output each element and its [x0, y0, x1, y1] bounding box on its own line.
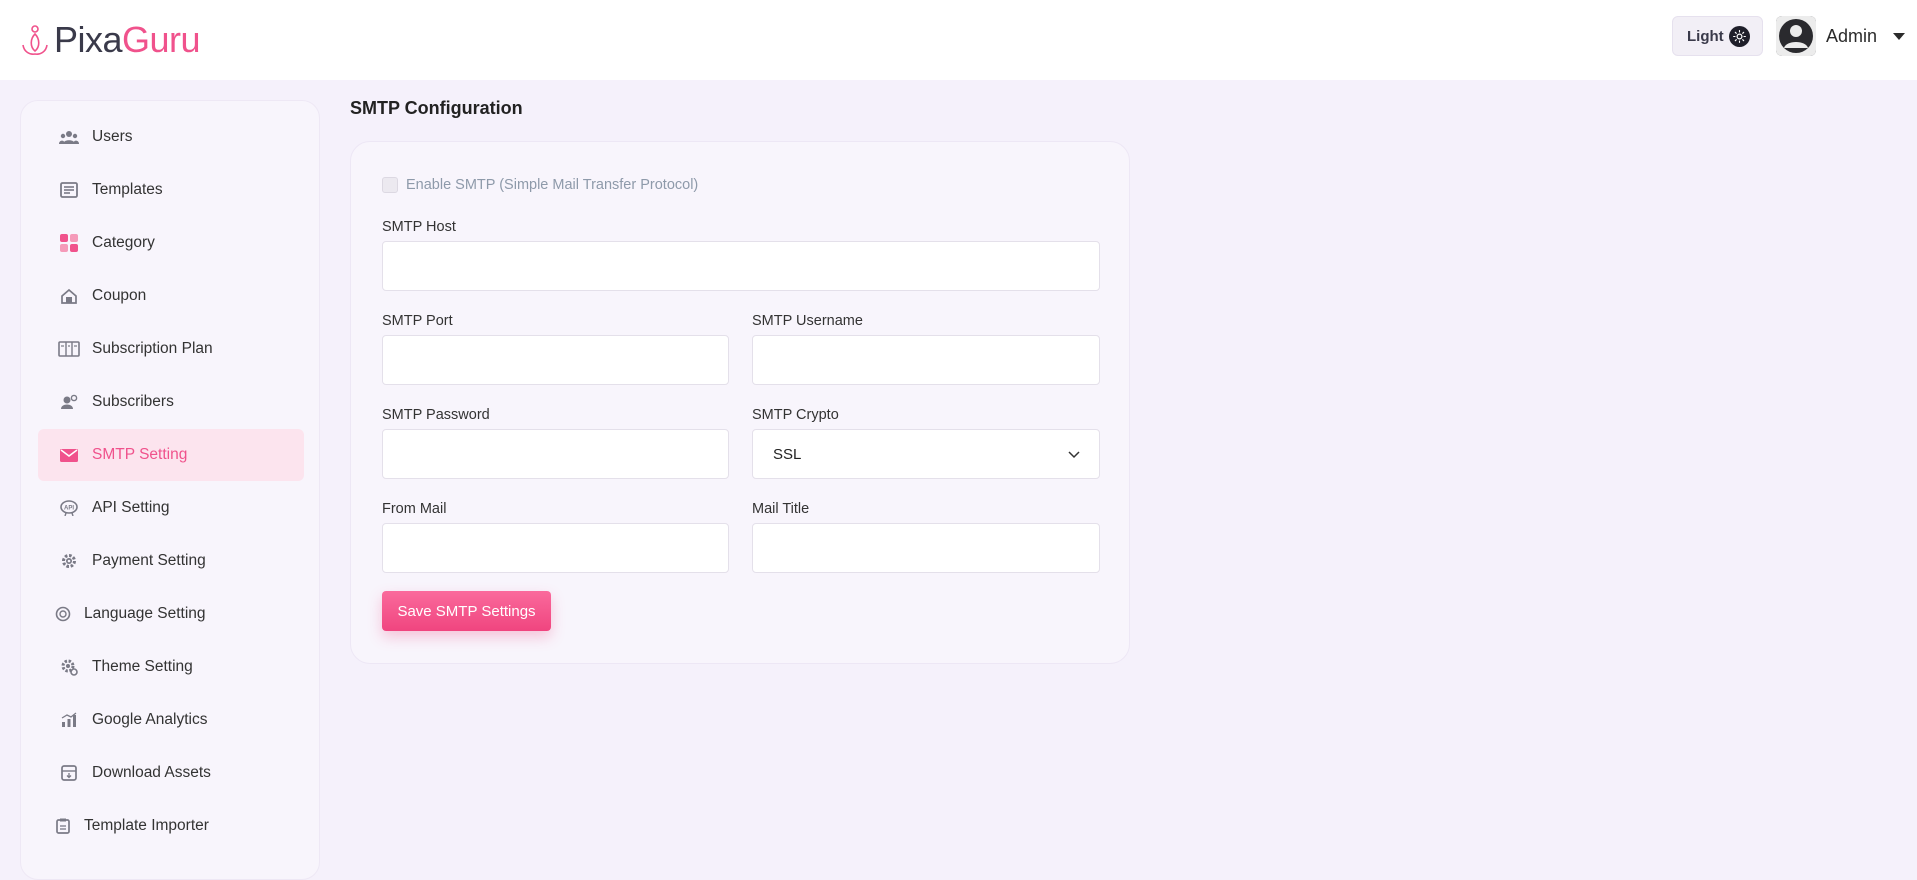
sidebar-item-label: SMTP Setting: [92, 446, 188, 463]
theme-gear-icon: [58, 656, 80, 678]
from-mail-label: From Mail: [382, 501, 447, 517]
smtp-port-input[interactable]: [382, 335, 729, 385]
coupon-icon: [58, 285, 80, 307]
users-icon: [58, 126, 80, 148]
subscription-plan-icon: [58, 338, 80, 360]
sidebar: Users Templates Category Coupon Subscrip…: [20, 100, 320, 880]
sidebar-item-label: Templates: [92, 181, 163, 198]
sidebar-item-label: Users: [92, 128, 133, 145]
smtp-password-input[interactable]: [382, 429, 729, 479]
api-icon: API: [58, 497, 80, 519]
sidebar-item-download-assets[interactable]: Download Assets: [38, 747, 304, 799]
top-header: PixaGuru Light Admin: [0, 0, 1917, 80]
brand-logo[interactable]: PixaGuru: [20, 19, 201, 60]
sidebar-item-label: Coupon: [92, 287, 147, 304]
sidebar-item-label: Download Assets: [92, 764, 211, 781]
templates-icon: [58, 179, 80, 201]
caret-down-icon: [1893, 32, 1906, 40]
smtp-crypto-value: SSL: [773, 445, 802, 463]
sidebar-item-label: Language Setting: [84, 605, 206, 622]
sun-icon: [1729, 26, 1750, 47]
analytics-icon: [58, 709, 80, 731]
sidebar-item-coupon[interactable]: Coupon: [38, 270, 304, 322]
sidebar-item-label: Subscribers: [92, 393, 174, 410]
sidebar-item-label: Theme Setting: [92, 658, 193, 675]
sidebar-item-google-analytics[interactable]: Google Analytics: [38, 694, 304, 746]
payment-gear-icon: [58, 550, 80, 572]
smtp-config-card: Enable SMTP (Simple Mail Transfer Protoc…: [350, 141, 1130, 664]
enable-smtp-label[interactable]: Enable SMTP (Simple Mail Transfer Protoc…: [406, 177, 698, 193]
brand-name: PixaGuru: [54, 19, 201, 60]
theme-toggle-label: Light: [1687, 27, 1724, 45]
svg-text:API: API: [64, 506, 74, 512]
category-icon: [58, 232, 80, 254]
user-menu[interactable]: Admin: [1776, 16, 1906, 56]
importer-icon: [52, 815, 74, 837]
enable-smtp-checkbox[interactable]: [382, 177, 398, 193]
theme-toggle-button[interactable]: Light: [1672, 16, 1763, 56]
sidebar-item-smtp-setting[interactable]: SMTP Setting: [38, 429, 304, 481]
download-icon: [58, 762, 80, 784]
smtp-username-input[interactable]: [752, 335, 1100, 385]
subscribers-icon: [58, 391, 80, 413]
sidebar-item-subscription-plan[interactable]: Subscription Plan: [38, 323, 304, 375]
sidebar-item-templates[interactable]: Templates: [38, 164, 304, 216]
chevron-down-icon: [1068, 451, 1080, 459]
sidebar-item-template-importer[interactable]: Template Importer: [38, 800, 304, 852]
mail-title-label: Mail Title: [752, 501, 810, 517]
sidebar-item-label: Payment Setting: [92, 552, 206, 569]
save-smtp-settings-button[interactable]: Save SMTP Settings: [382, 591, 551, 631]
mail-title-input[interactable]: [752, 523, 1100, 573]
sidebar-item-subscribers[interactable]: Subscribers: [38, 376, 304, 428]
smtp-crypto-label: SMTP Crypto: [752, 407, 839, 423]
smtp-host-label: SMTP Host: [382, 219, 456, 235]
smtp-username-label: SMTP Username: [752, 313, 863, 329]
sidebar-item-label: Google Analytics: [92, 711, 208, 728]
enable-smtp-row: Enable SMTP (Simple Mail Transfer Protoc…: [382, 177, 698, 193]
mail-icon: [58, 444, 80, 466]
sidebar-item-label: Category: [92, 234, 155, 251]
brand-name-part2: Guru: [122, 19, 201, 60]
smtp-password-label: SMTP Password: [382, 407, 490, 423]
smtp-crypto-select[interactable]: SSL: [752, 429, 1100, 479]
language-icon: [52, 603, 74, 625]
smtp-port-label: SMTP Port: [382, 313, 453, 329]
sidebar-item-label: API Setting: [92, 499, 170, 516]
user-name: Admin: [1826, 25, 1878, 46]
sidebar-item-language-setting[interactable]: Language Setting: [38, 588, 304, 640]
page-title: SMTP Configuration: [350, 98, 523, 118]
sidebar-item-users[interactable]: Users: [38, 111, 304, 163]
sidebar-item-api-setting[interactable]: API API Setting: [38, 482, 304, 534]
avatar: [1776, 16, 1816, 56]
sidebar-item-payment-setting[interactable]: Payment Setting: [38, 535, 304, 587]
user-avatar-icon: [1776, 16, 1816, 56]
from-mail-input[interactable]: [382, 523, 729, 573]
brand-name-part1: Pixa: [54, 19, 123, 60]
sidebar-item-label: Template Importer: [84, 817, 209, 834]
sidebar-item-category[interactable]: Category: [38, 217, 304, 269]
lotus-logo-icon: [22, 25, 48, 55]
sidebar-item-theme-setting[interactable]: Theme Setting: [38, 641, 304, 693]
smtp-host-input[interactable]: [382, 241, 1100, 291]
sidebar-item-label: Subscription Plan: [92, 340, 213, 357]
